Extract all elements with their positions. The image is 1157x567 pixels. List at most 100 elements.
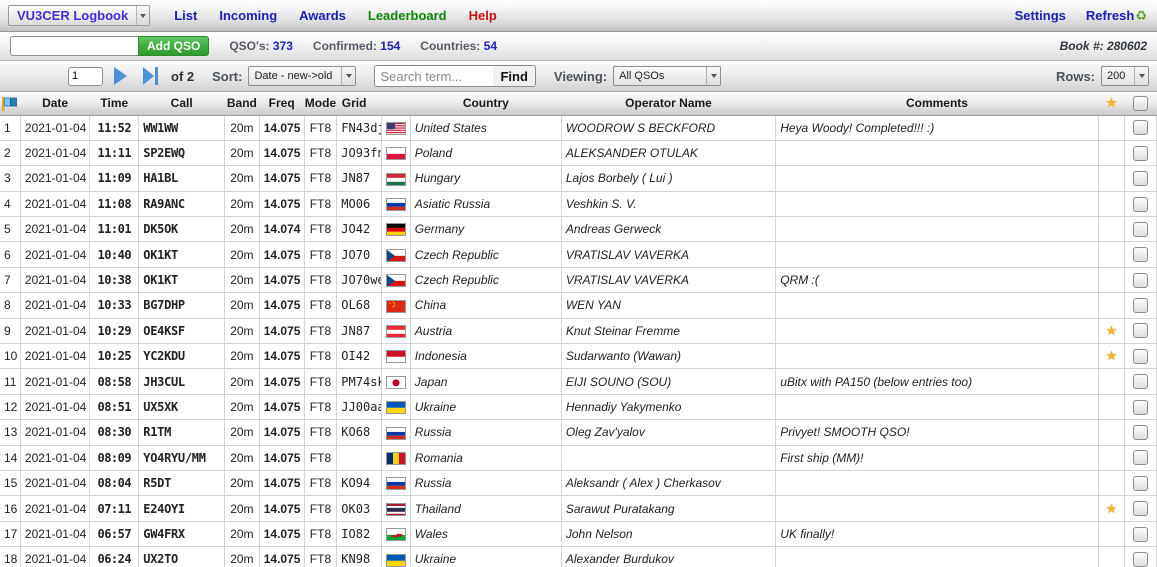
cell-callsign[interactable]: OE4KSF [138,318,226,345]
refresh-icon[interactable]: ♻ [1135,9,1147,22]
table-row[interactable]: 17 2021-01-04 06:57 GW4FRX 20m 14.075 FT8 IO82 W… [0,521,1157,548]
nav-item-leaderboard[interactable]: Leaderboard [368,8,447,23]
header-mode[interactable]: Mode [304,92,337,116]
last-page-button[interactable] [137,65,163,87]
cell-checkbox[interactable] [1124,394,1157,421]
cell-operator-name[interactable]: Hennadiy Yakymenko [561,394,777,421]
table-row[interactable]: 16 2021-01-04 07:11 E24OYI 20m 14.075 FT8 OK03 T… [0,495,1157,522]
nav-item-awards[interactable]: Awards [299,8,346,23]
row-select-checkbox[interactable] [1133,348,1149,364]
cell-star[interactable]: ★ [1098,343,1126,370]
cell-star[interactable] [1098,470,1126,497]
cell-callsign[interactable]: R1TM [138,419,226,446]
cell-checkbox[interactable] [1124,495,1157,522]
cell-checkbox[interactable] [1124,419,1157,446]
cell-callsign[interactable]: UX5XK [138,394,226,421]
refresh-link[interactable]: Refresh [1086,8,1134,23]
cell-star[interactable] [1098,216,1126,243]
cell-checkbox[interactable] [1124,216,1157,243]
star-icon[interactable]: ★ [1106,348,1118,363]
table-row[interactable]: 4 2021-01-04 11:08 RA9ANC 20m 14.075 FT8 MO06 As… [0,191,1157,218]
header-comments[interactable]: Comments [775,92,1099,116]
table-row[interactable]: 13 2021-01-04 08:30 R1TM 20m 14.075 FT8 KO68 Rus… [0,419,1157,446]
cell-callsign[interactable]: WW1WW [138,115,226,141]
row-select-checkbox[interactable] [1133,501,1149,517]
cell-callsign[interactable]: SP2EWQ [138,140,226,167]
table-row[interactable]: 15 2021-01-04 08:04 R5DT 20m 14.075 FT8 KO94 Rus… [0,470,1157,497]
cell-operator-name[interactable]: Lajos Borbely ( Lui ) [561,165,777,192]
row-select-checkbox[interactable] [1133,171,1149,187]
rows-select[interactable]: 200 [1101,66,1149,86]
table-row[interactable]: 9 2021-01-04 10:29 OE4KSF 20m 14.075 FT8 JN87 Au… [0,318,1157,345]
logbook-selector[interactable]: VU3CER Logbook [8,5,151,26]
search-input[interactable] [375,66,494,86]
row-select-checkbox[interactable] [1133,374,1149,390]
nav-item-help[interactable]: Help [469,8,497,23]
header-operator-name[interactable]: Operator Name [561,92,776,116]
table-row[interactable]: 6 2021-01-04 10:40 OK1KT 20m 14.075 FT8 JO70 Cze… [0,241,1157,268]
cell-callsign[interactable]: BG7DHP [138,292,226,319]
cell-checkbox[interactable] [1124,267,1157,294]
cell-checkbox[interactable] [1124,368,1157,395]
cell-checkbox[interactable] [1124,292,1157,319]
cell-checkbox[interactable] [1124,318,1157,345]
cell-operator-name[interactable] [561,445,777,471]
add-qso-button[interactable]: Add QSO [138,36,210,56]
next-page-button[interactable] [107,65,133,87]
header-star[interactable]: ★ [1098,92,1125,116]
page-number-input[interactable] [68,66,103,86]
cell-operator-name[interactable]: VRATISLAV VAVERKA [561,267,777,294]
table-row[interactable]: 2 2021-01-04 11:11 SP2EWQ 20m 14.075 FT8 JO93fn… [0,140,1157,167]
cell-checkbox[interactable] [1124,445,1157,471]
cell-operator-name[interactable]: WOODROW S BECKFORD [561,115,777,141]
header-grid[interactable]: Grid [336,92,382,116]
cell-checkbox[interactable] [1124,140,1157,167]
cell-star[interactable] [1098,419,1126,446]
cell-operator-name[interactable]: VRATISLAV VAVERKA [561,241,777,268]
header-freq[interactable]: Freq [259,92,305,116]
header-date[interactable]: Date [20,92,90,116]
cell-callsign[interactable]: YO4RYU/MM [138,445,226,471]
cell-checkbox[interactable] [1124,241,1157,268]
cell-callsign[interactable]: E24OYI [138,495,226,522]
cell-callsign[interactable]: GW4FRX [138,521,226,548]
row-select-checkbox[interactable] [1133,425,1149,441]
cell-operator-name[interactable]: Oleg Zav'yalov [561,419,777,446]
cell-checkbox[interactable] [1124,343,1157,370]
select-all-checkbox[interactable] [1133,95,1149,111]
cell-checkbox[interactable] [1124,165,1157,192]
row-select-checkbox[interactable] [1133,196,1149,212]
table-row[interactable]: 5 2021-01-04 11:01 DK5OK 20m 14.074 FT8 JO42 Ger… [0,216,1157,243]
cell-callsign[interactable]: DK5OK [138,216,226,243]
cell-star[interactable] [1098,394,1126,421]
row-select-checkbox[interactable] [1133,450,1149,466]
table-row[interactable]: 3 2021-01-04 11:09 HA1BL 20m 14.075 FT8 JN87 Hun… [0,165,1157,192]
header-time[interactable]: Time [89,92,139,116]
chevron-down-icon[interactable] [1134,67,1148,85]
cell-callsign[interactable]: UX2TO [138,546,226,567]
header-select-all[interactable] [1124,92,1157,116]
cell-star[interactable] [1098,115,1126,141]
cell-star[interactable] [1098,241,1126,268]
settings-link[interactable]: Settings [1015,8,1066,23]
table-row[interactable]: 11 2021-01-04 08:58 JH3CUL 20m 14.075 FT8 PM74s… [0,368,1157,395]
row-select-checkbox[interactable] [1133,526,1149,542]
cell-checkbox[interactable] [1124,191,1157,218]
cell-callsign[interactable]: RA9ANC [138,191,226,218]
cell-star[interactable] [1098,292,1126,319]
star-icon[interactable]: ★ [1106,501,1118,516]
cell-callsign[interactable]: OK1KT [138,267,226,294]
header-call[interactable]: Call [138,92,225,116]
cell-star[interactable] [1098,191,1126,218]
cell-checkbox[interactable] [1124,470,1157,497]
chevron-down-icon[interactable] [136,6,150,25]
cell-star[interactable]: ★ [1098,318,1126,345]
cell-star[interactable] [1098,140,1126,167]
chevron-down-icon[interactable] [341,67,356,85]
refresh-group[interactable]: Refresh ♻ [1086,8,1147,23]
row-select-checkbox[interactable] [1133,475,1149,491]
cell-operator-name[interactable]: Sarawut Puratakang [561,495,777,522]
row-select-checkbox[interactable] [1133,145,1149,161]
cell-operator-name[interactable]: Andreas Gerweck [561,216,777,243]
nav-item-list[interactable]: List [174,8,197,23]
